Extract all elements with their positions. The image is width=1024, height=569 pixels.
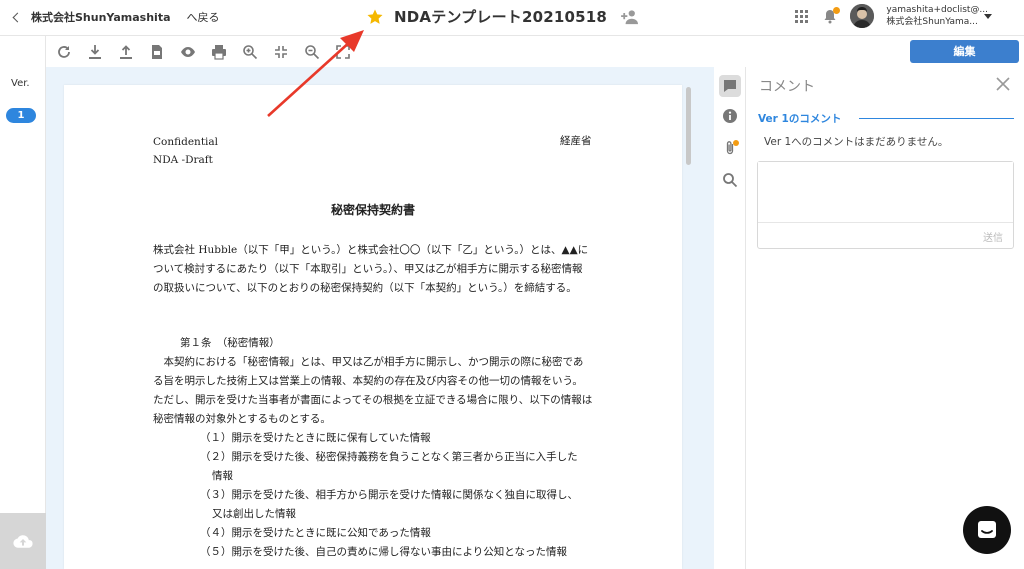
download-icon — [88, 44, 101, 59]
article-heading: 第１条 （秘密情報） — [180, 337, 280, 349]
composer-divider — [758, 222, 1013, 223]
comment-input[interactable] — [758, 162, 1013, 222]
comment-panel-button[interactable] — [719, 75, 741, 97]
comment-icon — [724, 80, 736, 92]
list-item-continuation: 情報 — [212, 470, 233, 482]
version-pill[interactable]: 1 — [6, 108, 36, 123]
intro-paragraph: 株式会社 Hubble（以下「甲」という。）と株式会社〇〇（以下「乙」という。）… — [153, 244, 589, 294]
chat-icon — [978, 521, 996, 538]
cloud-upload-icon — [13, 534, 33, 548]
comment-panel: コメント Ver 1のコメント Ver 1へのコメントはまだありません。 送信 — [746, 67, 1024, 569]
print-button[interactable] — [209, 42, 228, 61]
comment-heading-rule — [859, 118, 1014, 119]
preview-button[interactable] — [178, 42, 197, 61]
edit-button[interactable]: 編集 — [910, 40, 1019, 63]
account-menu-caret-icon[interactable] — [984, 14, 992, 19]
send-button[interactable]: 送信 — [983, 229, 1003, 244]
search-panel-button[interactable] — [721, 171, 739, 189]
upload-version-button[interactable] — [116, 42, 135, 61]
upload-icon — [119, 44, 132, 59]
article-body: 本契約における「秘密情報」とは、甲又は乙が相手方に開示し、かつ開示の際に秘密であ… — [153, 353, 593, 429]
close-icon[interactable] — [996, 77, 1010, 91]
back-link[interactable]: 株式会社ShunYamashita へ戻る — [12, 9, 220, 25]
draft-label: NDA -Draft — [153, 154, 213, 166]
attachment-badge — [733, 140, 739, 146]
upload-button[interactable] — [0, 513, 46, 569]
star-icon[interactable] — [366, 8, 384, 26]
header-right: yamashita+doclist@... 株式会社ShunYama... — [793, 4, 988, 28]
comment-composer: 送信 — [757, 161, 1014, 249]
chevron-left-icon — [12, 12, 23, 22]
chat-launcher-button[interactable] — [963, 506, 1011, 554]
user-info[interactable]: yamashita+doclist@... 株式会社ShunYama... — [886, 4, 988, 28]
list-item: （２）開示を受けた後、秘密保持義務を負うことなく第三者から正当に入手した — [200, 451, 578, 463]
list-item: （３）開示を受けた後、相手方から開示を受けた情報に関係なく独自に取得し、 — [200, 489, 578, 501]
version-label: Ver. — [11, 78, 30, 89]
list-item: （５）開示を受けた後、自己の責めに帰し得ない事由により公知となった情報 — [200, 546, 567, 558]
list-item-continuation: 又は創出した情報 — [212, 508, 296, 520]
org-name: 株式会社ShunYamashita — [31, 11, 171, 24]
notification-dot — [833, 7, 841, 14]
refresh-button[interactable] — [54, 42, 73, 61]
document-toolbar — [46, 36, 714, 67]
article-body-text: 本契約における「秘密情報」とは、甲又は乙が相手方に開示し、かつ開示の際に秘密であ… — [153, 356, 593, 425]
refresh-icon — [57, 45, 70, 58]
apps-grid-icon[interactable] — [793, 8, 810, 25]
user-email: yamashita+doclist@... — [886, 5, 988, 15]
top-header: 株式会社ShunYamashita へ戻る NDAテンプレート20210518 — [0, 0, 1024, 36]
zoom-in-icon — [242, 44, 257, 59]
eye-icon — [180, 46, 195, 57]
printer-icon — [211, 44, 226, 60]
document-page: Confidential NDA -Draft 経産省 秘密保持契約書 株式会社… — [64, 85, 682, 569]
document-scrollbar[interactable] — [686, 87, 691, 165]
list-item: （１）開示を受けたときに既に保有していた情報 — [200, 432, 431, 444]
document-viewer[interactable]: Confidential NDA -Draft 経産省 秘密保持契約書 株式会社… — [46, 67, 714, 569]
info-panel-button[interactable] — [721, 107, 739, 125]
comment-version-heading: Ver 1のコメント — [758, 113, 842, 125]
annotation-arrow — [267, 30, 364, 117]
add-person-icon[interactable] — [619, 9, 641, 25]
definition-list: （１）開示を受けたときに既に保有していた情報 （２）開示を受けた後、秘密保持義務… — [200, 429, 600, 562]
pdf-file-icon — [151, 44, 162, 59]
info-icon — [723, 109, 737, 123]
download-button[interactable] — [85, 42, 104, 61]
doc-header-left: Confidential NDA -Draft — [153, 133, 218, 169]
panel-icon-column — [714, 67, 746, 569]
ministry-label: 経産省 — [560, 135, 592, 147]
notification-bell-icon[interactable] — [822, 7, 841, 24]
comment-empty-message: Ver 1へのコメントはまだありません。 — [764, 136, 949, 148]
document-title: NDAテンプレート20210518 — [394, 8, 608, 26]
user-org: 株式会社ShunYama... — [886, 17, 978, 27]
user-avatar[interactable] — [850, 4, 875, 28]
pdf-button[interactable] — [147, 42, 166, 61]
back-label: へ戻る — [186, 11, 220, 24]
confidential-label: Confidential — [153, 136, 219, 148]
search-icon — [723, 173, 738, 188]
title-area: NDAテンプレート20210518 — [366, 6, 641, 27]
comment-panel-title: コメント — [759, 79, 815, 95]
version-rail: Ver. 1 — [0, 36, 46, 569]
list-item: （４）開示を受けたときに既に公知であった情報 — [200, 527, 431, 539]
zoom-in-button[interactable] — [240, 42, 259, 61]
contract-title: 秘密保持契約書 — [330, 203, 415, 217]
